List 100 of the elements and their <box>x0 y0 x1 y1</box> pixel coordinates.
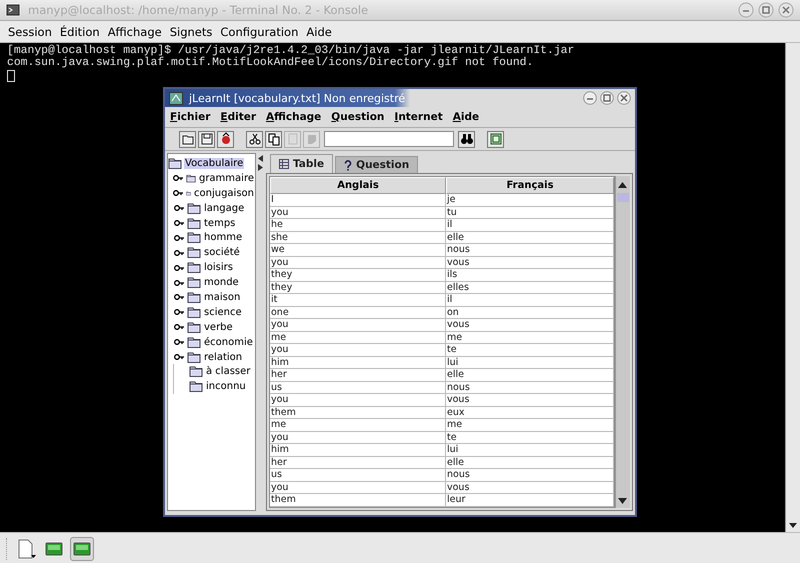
expand-handle-icon[interactable] <box>174 204 184 212</box>
tree-item[interactable]: loisirs <box>203 262 234 274</box>
question-mark-icon <box>344 160 352 170</box>
table-cell: elle <box>446 232 614 244</box>
tab[interactable]: Table <box>270 154 334 173</box>
table-cell: vous <box>446 482 614 494</box>
table-cell: you <box>270 319 446 331</box>
table-cell: her <box>270 369 446 381</box>
expand-handle-icon[interactable] <box>174 323 184 332</box>
table-cell: we <box>270 244 446 256</box>
text-cursor <box>7 70 15 82</box>
table-cell: elle <box>446 456 614 468</box>
table-cell: you <box>270 206 446 218</box>
menu-item[interactable]: Session <box>4 24 56 38</box>
table-cell: nous <box>446 469 614 481</box>
window-title: manyp@localhost: /home/manyp - Terminal No. 2 - Konsole <box>28 3 370 17</box>
table-cell: them <box>270 406 446 418</box>
tree-item[interactable]: grammaire <box>198 172 255 184</box>
column-header[interactable]: Anglais <box>270 177 446 194</box>
expand-handle-icon[interactable] <box>174 308 184 316</box>
menu-item[interactable]: Signets <box>166 24 216 38</box>
table-cell: nous <box>446 382 614 394</box>
tree-item[interactable]: maison <box>203 292 242 303</box>
table-cell: I <box>270 194 446 206</box>
table-cell: they <box>270 269 446 281</box>
expand-handle-icon[interactable] <box>173 174 184 182</box>
menu-item[interactable]: Question <box>331 111 384 123</box>
tree-item[interactable]: conjugaison <box>193 188 255 199</box>
menu-item[interactable]: Affichage <box>266 111 322 123</box>
tree-item[interactable]: homme <box>203 232 244 244</box>
expand-handle-icon[interactable] <box>173 189 184 198</box>
menu-item[interactable]: Internet <box>394 111 443 123</box>
menu-item[interactable]: Affichage <box>104 24 166 38</box>
menu-item[interactable]: Fichier <box>170 111 210 123</box>
table-cell: us <box>270 382 446 394</box>
floppy-button[interactable] <box>198 130 215 148</box>
table-cell: her <box>270 456 446 468</box>
tree-item[interactable]: science <box>203 306 243 318</box>
minimize-button[interactable] <box>738 2 754 18</box>
menu-item[interactable]: Configuration <box>216 24 302 38</box>
scroll-thumb[interactable] <box>617 193 629 202</box>
search-field[interactable] <box>324 131 454 147</box>
tree-item[interactable]: inconnu <box>205 381 247 392</box>
copy-icon <box>266 132 280 146</box>
minimize-button[interactable] <box>583 91 597 105</box>
copy-button[interactable] <box>265 130 282 148</box>
menu-item[interactable]: Aide <box>302 24 336 38</box>
tree-item[interactable]: verbe <box>203 322 234 333</box>
expand-handle-icon[interactable] <box>174 353 184 362</box>
expand-handle-icon[interactable] <box>174 219 184 227</box>
table-cell: leur <box>446 494 614 506</box>
table-cell: lui <box>446 356 614 368</box>
table-cell: one <box>270 306 446 318</box>
expand-handle-icon[interactable] <box>174 338 184 346</box>
table-cell: it <box>270 294 446 306</box>
tree-item[interactable]: à classer <box>205 366 252 378</box>
scissors-button[interactable] <box>246 130 263 148</box>
table-cell: il <box>446 219 614 231</box>
collapse-left-arrow[interactable] <box>258 155 262 162</box>
binoculars-icon <box>460 132 474 146</box>
table-cell: vous <box>446 319 614 331</box>
menu-item[interactable]: Aide <box>452 111 480 123</box>
table-cell: us <box>270 469 446 481</box>
screen-icon <box>73 542 91 556</box>
table-cell: you <box>270 432 446 444</box>
close-button[interactable] <box>617 91 631 105</box>
tree-item[interactable]: économie <box>203 336 254 348</box>
menu-item[interactable]: Édition <box>56 24 104 38</box>
tree-item[interactable]: société <box>203 247 241 258</box>
tab[interactable]: Question <box>335 156 418 173</box>
app-icon <box>169 92 183 104</box>
menu-item[interactable]: Editer <box>220 111 256 123</box>
expand-handle-icon[interactable] <box>174 278 184 287</box>
table-cell: you <box>270 256 446 268</box>
scissors-icon <box>248 132 262 146</box>
table-cell: elles <box>446 282 614 294</box>
open-folder-button[interactable] <box>179 130 196 148</box>
expand-handle-icon[interactable] <box>174 248 184 257</box>
tree-item[interactable]: relation <box>203 352 244 363</box>
maximize-button[interactable] <box>600 91 614 105</box>
table-cell: je <box>446 194 614 206</box>
table-cell: him <box>270 356 446 368</box>
table-cell: him <box>270 444 446 456</box>
expand-handle-icon[interactable] <box>174 234 184 242</box>
maximize-button[interactable] <box>758 2 774 18</box>
binoculars-button[interactable] <box>458 130 475 148</box>
terminal-line: [manyp@localhost manyp]$ /usr/java/j2re1.4.2_03/bin/java -jar jlearnit/JLearnIt.jar <box>7 45 576 57</box>
table-cell: il <box>446 294 614 306</box>
expand-handle-icon[interactable] <box>174 264 184 272</box>
screen-icon <box>45 542 63 556</box>
tree-item[interactable]: Vocabulaire <box>184 158 244 169</box>
table-cell: vous <box>446 394 614 406</box>
expand-right-arrow[interactable] <box>258 164 262 171</box>
close-button[interactable] <box>778 2 794 18</box>
session-tab[interactable] <box>70 536 94 560</box>
column-header[interactable]: Français <box>446 177 614 194</box>
expand-handle-icon[interactable] <box>174 293 184 302</box>
tree-item[interactable]: langage <box>203 202 246 214</box>
tree-item[interactable]: monde <box>203 277 240 288</box>
tree-item[interactable]: temps <box>203 218 236 228</box>
